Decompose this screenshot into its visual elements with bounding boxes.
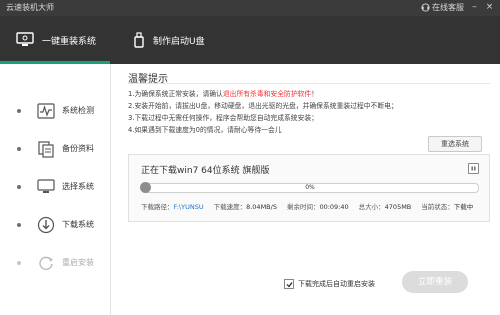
online-support-link[interactable]: 在线客服 bbox=[421, 2, 464, 13]
tab-make-usb-label: 制作启动U盘 bbox=[153, 36, 205, 47]
reselect-system-button[interactable]: 重选系统 bbox=[428, 136, 482, 152]
note-text: 4.如果遇到下载速度为0的情况，请耐心等待一会儿 bbox=[128, 126, 282, 134]
step-label-select-system: 选择系统 bbox=[62, 182, 94, 191]
step-label-download: 下载系统 bbox=[62, 220, 94, 229]
step-dot bbox=[17, 109, 21, 113]
progress-percent: 0% bbox=[305, 184, 315, 191]
monitor-icon bbox=[36, 177, 56, 197]
sidebar-step-restart-install[interactable]: 重启安装 bbox=[0, 250, 110, 276]
stat-size: 总大小：4705MB bbox=[359, 201, 412, 211]
note-highlight: 退出所有杀毒和安全防护软件 bbox=[222, 90, 312, 98]
auto-install-option[interactable]: 下载完成后自动重启安装 bbox=[284, 279, 375, 289]
note-text: 2.安装开始前，请拔出U盘，移动硬盘，退出光驱的光盘，并确保系统重装过程中不断电… bbox=[128, 102, 398, 110]
sidebar-step-system-check[interactable]: 系统检测 bbox=[0, 98, 110, 124]
stat-value: 00:09:40 bbox=[319, 203, 349, 211]
note-item: 2.安装开始前，请拔出U盘，移动硬盘，退出光驱的光盘，并确保系统重装过程中不断电… bbox=[128, 100, 488, 112]
step-dot bbox=[17, 185, 21, 189]
notes-list: 1.为确保系统正常安装，请确认退出所有杀毒和安全防护软件！ 2.安装开始前，请拔… bbox=[128, 88, 488, 136]
note-text-end: ！ bbox=[311, 90, 319, 98]
pulse-icon bbox=[36, 101, 56, 121]
title-divider bbox=[128, 83, 490, 84]
note-item: 1.为确保系统正常安装，请确认退出所有杀毒和安全防护软件！ bbox=[128, 88, 488, 100]
usb-drive-icon bbox=[134, 32, 144, 48]
auto-install-checkbox[interactable] bbox=[284, 279, 294, 289]
titlebar-controls: 在线客服 – × bbox=[421, 2, 494, 13]
stat-path: 下载路径：F:\YUNSU bbox=[141, 201, 204, 211]
note-item: 4.如果遇到下载速度为0的情况，请耐心等待一会儿 bbox=[128, 124, 488, 136]
tab-make-usb[interactable]: 制作启动U盘 bbox=[125, 16, 205, 64]
minimize-button[interactable]: – bbox=[470, 3, 479, 12]
download-stats: 下载路径：F:\YUNSU 下载速度：8.04MB/S 剩余时间：00:09:4… bbox=[141, 201, 481, 211]
sidebar-step-select-system[interactable]: 选择系统 bbox=[0, 174, 110, 200]
sidebar-step-backup[interactable]: 备份资料 bbox=[0, 136, 110, 162]
step-label-backup: 备份资料 bbox=[62, 144, 94, 153]
stat-label: 当前状态： bbox=[421, 203, 454, 211]
app-title: 云速装机大师 bbox=[6, 3, 54, 12]
stat-label: 下载路径： bbox=[141, 203, 174, 211]
pause-icon bbox=[471, 166, 476, 171]
stat-speed: 下载速度：8.04MB/S bbox=[214, 201, 277, 211]
reinstall-now-button[interactable]: 立即重装 bbox=[402, 271, 468, 293]
sidebar: 系统检测 备份资料 选择系统 下载系统 重启安装 bbox=[0, 64, 111, 315]
sidebar-step-download[interactable]: 下载系统 bbox=[0, 212, 110, 238]
monitor-icon bbox=[16, 32, 34, 46]
step-dot bbox=[17, 223, 21, 227]
note-item: 3.下载过程中无需任何操作，程序会帮助您自动完成系统安装； bbox=[128, 112, 488, 124]
headset-icon bbox=[421, 3, 430, 12]
top-navigation: 一键重装系统 制作启动U盘 bbox=[0, 16, 500, 64]
pause-button[interactable] bbox=[468, 163, 479, 174]
stat-label: 剩余时间： bbox=[286, 203, 320, 211]
note-text: 1.为确保系统正常安装，请确认 bbox=[128, 90, 223, 98]
download-icon bbox=[36, 215, 56, 235]
tab-reinstall-label: 一键重装系统 bbox=[42, 36, 97, 47]
download-panel: 正在下载win7 64位系统 旗舰版 0% 下载路径：F:\YUNSU 下载速度… bbox=[128, 154, 490, 222]
step-label-system-check: 系统检测 bbox=[62, 106, 94, 115]
download-title: 正在下载win7 64位系统 旗舰版 bbox=[141, 166, 270, 176]
stat-value: 下载中 bbox=[453, 203, 474, 211]
tab-reinstall-system[interactable]: 一键重装系统 bbox=[0, 16, 110, 64]
stat-value: 8.04MB/S bbox=[246, 203, 277, 211]
step-dot bbox=[17, 147, 21, 151]
stat-label: 总大小： bbox=[358, 203, 385, 211]
stat-value: F:\YUNSU bbox=[173, 203, 204, 211]
copy-icon bbox=[36, 139, 56, 159]
stat-status: 当前状态：下载中 bbox=[421, 201, 473, 211]
stat-remaining: 剩余时间：00:09:40 bbox=[287, 201, 349, 211]
auto-install-label: 下载完成后自动重启安装 bbox=[298, 280, 375, 288]
title-bar: 云速装机大师 在线客服 – × bbox=[0, 0, 500, 16]
refresh-icon bbox=[36, 253, 56, 273]
stat-label: 下载速度： bbox=[213, 203, 247, 211]
online-support-label: 在线客服 bbox=[432, 3, 464, 12]
step-label-restart-install: 重启安装 bbox=[62, 258, 94, 267]
step-dot bbox=[17, 261, 21, 265]
download-progress-bar: 0% bbox=[140, 182, 479, 193]
close-button[interactable]: × bbox=[485, 3, 494, 12]
check-icon bbox=[286, 281, 292, 287]
stat-value: 4705MB bbox=[384, 203, 412, 211]
note-text: 3.下载过程中无需任何操作，程序会帮助您自动完成系统安装； bbox=[128, 114, 318, 122]
